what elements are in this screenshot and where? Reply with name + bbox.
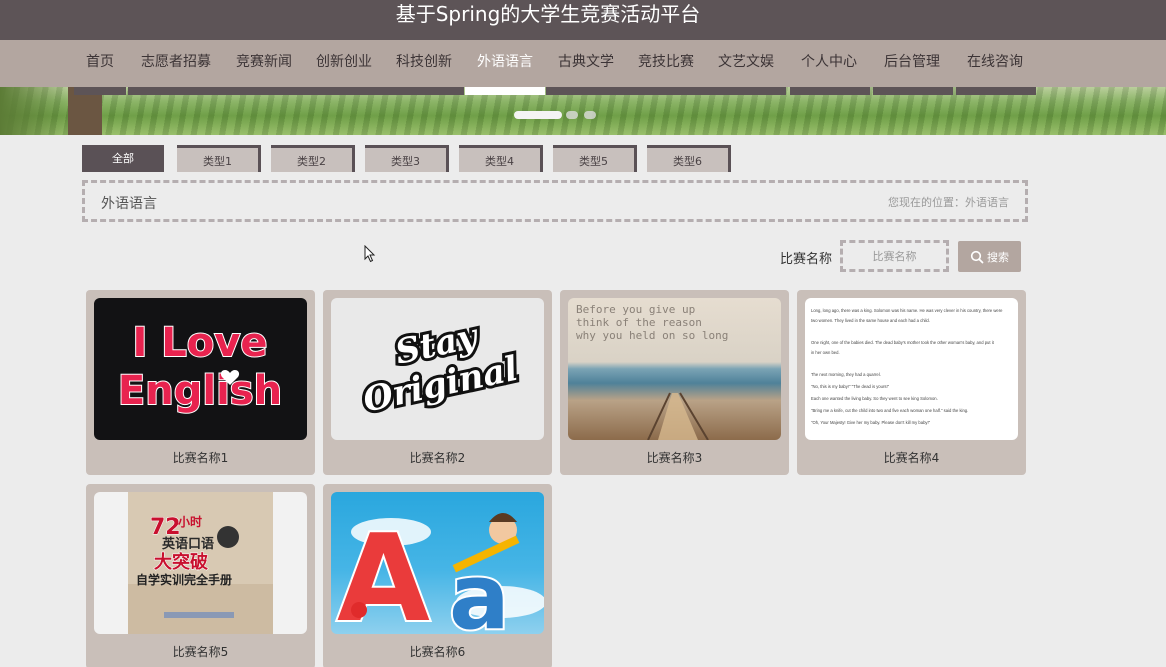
search-input[interactable]: [840, 240, 949, 272]
image-text-line: English: [118, 368, 282, 414]
image-text-line: I Love: [133, 320, 268, 366]
title-bar: 基于Spring的大学生竞赛活动平台: [0, 0, 1166, 40]
site-title: 基于Spring的大学生竞赛活动平台: [395, 2, 701, 26]
nav-underline-active: [465, 87, 545, 95]
image-text-line: Each one wanted the living baby. So they…: [811, 396, 938, 401]
apple-icon: [351, 602, 367, 618]
image-text-line: "Bring me a knife, cut the child into tw…: [811, 408, 968, 413]
nav-item-news[interactable]: 竞赛新闻: [235, 51, 293, 73]
nav-underline: [956, 87, 1036, 95]
nav-item-profile[interactable]: 个人中心: [800, 51, 858, 73]
nav-underline: [873, 87, 953, 95]
nav-item-arts[interactable]: 文艺文娱: [717, 51, 775, 73]
nav-item-admin[interactable]: 后台管理: [883, 51, 941, 73]
competition-card-5[interactable]: 72 小时 英语口语 大突破 自学实训完全手册 比赛名称5: [86, 484, 315, 667]
card-image: I Love English: [94, 298, 307, 440]
card-image: 72 小时 英语口语 大突破 自学实训完全手册: [94, 492, 307, 634]
nav-item-home[interactable]: 首页: [85, 51, 115, 73]
competition-card-6[interactable]: A a 比赛名称6: [323, 484, 552, 667]
category-tab-all[interactable]: 全部: [82, 145, 164, 172]
nav-item-classical-literature[interactable]: 古典文学: [557, 51, 615, 73]
category-tab-type2[interactable]: 类型2: [271, 145, 355, 172]
category-tab-type6[interactable]: 类型6: [647, 145, 731, 172]
nav-item-consult[interactable]: 在线咨询: [966, 51, 1024, 73]
competition-card-4[interactable]: Long, long ago, there was a king. Solomo…: [797, 290, 1026, 475]
nav-underline: [546, 87, 786, 95]
search-button[interactable]: 搜索: [958, 241, 1021, 272]
image-text-line: think of the reason: [576, 316, 702, 329]
card-image: Before you give up think of the reason w…: [568, 298, 781, 440]
category-tab-type1[interactable]: 类型1: [177, 145, 261, 172]
mouse-cursor-icon: [364, 245, 376, 263]
card-image: Long, long ago, there was a king. Solomo…: [805, 298, 1018, 440]
image-text-line: "Oh, Your Majesty! Give her my baby. Ple…: [811, 420, 931, 425]
nav-item-volunteer[interactable]: 志愿者招募: [140, 51, 212, 73]
image-text-line: Long, long ago, there was a king. Solomo…: [811, 308, 1003, 313]
image-text-line: 自学实训完全手册: [136, 572, 232, 587]
nav-underline: [74, 87, 126, 95]
image-text-line: Before you give up: [576, 303, 695, 316]
nav-item-competition[interactable]: 竞技比赛: [637, 51, 695, 73]
image-text-line: 英语口语: [161, 536, 214, 552]
breadcrumb: 外语语言 您现在的位置：外语语言: [82, 180, 1028, 222]
nav-underline: [128, 87, 464, 95]
nav-item-foreign-language[interactable]: 外语语言: [476, 51, 534, 73]
section-title: 外语语言: [101, 196, 157, 212]
main-nav: 首页 志愿者招募 竞赛新闻 创新创业 科技创新 外语语言 古典文学 竞技比赛 文…: [0, 40, 1166, 87]
camera-icon: [217, 526, 239, 548]
carousel-dot-3[interactable]: [584, 111, 596, 119]
card-title: 比赛名称2: [409, 451, 466, 465]
search-icon: [970, 250, 984, 263]
nav-item-innovation[interactable]: 创新创业: [315, 51, 373, 73]
card-title: 比赛名称3: [646, 451, 703, 465]
image-text-line: The next morning, they had a quarrel.: [811, 372, 881, 377]
category-tab-type4[interactable]: 类型4: [459, 145, 543, 172]
search-label: 比赛名称: [780, 252, 833, 267]
image-text-line: One night, one of the babies died. The d…: [811, 340, 995, 345]
card-title: 比赛名称6: [409, 645, 466, 659]
search-button-label: 搜索: [987, 251, 1009, 264]
card-title: 比赛名称4: [883, 451, 940, 465]
category-tab-type3[interactable]: 类型3: [365, 145, 449, 172]
card-title: 比赛名称1: [172, 451, 229, 465]
image-text-line: two women. They lived in the same house …: [811, 318, 930, 323]
image-text-line: "No, this is my baby!" "The dead is your…: [811, 384, 890, 389]
nav-item-technology[interactable]: 科技创新: [395, 51, 453, 73]
image-text-line: in her own bed.: [811, 350, 840, 355]
competition-card-2[interactable]: Stay Original 比赛名称2: [323, 290, 552, 475]
current-location: 您现在的位置：外语语言: [888, 196, 1009, 209]
competition-card-1[interactable]: I Love English 比赛名称1: [86, 290, 315, 475]
image-text-line: 大突破: [154, 551, 208, 573]
image-text-line: why you held on so long: [576, 329, 728, 342]
card-title: 比赛名称5: [172, 645, 229, 659]
carousel-dot-1[interactable]: [514, 111, 562, 119]
category-tab-type5[interactable]: 类型5: [553, 145, 637, 172]
competition-card-3[interactable]: Before you give up think of the reason w…: [560, 290, 789, 475]
card-image: A a: [331, 492, 544, 634]
image-text-line: A: [337, 510, 430, 634]
carousel-dot-2[interactable]: [566, 111, 578, 119]
nav-underline: [790, 87, 870, 95]
card-image: Stay Original: [331, 298, 544, 440]
image-text-line: 小时: [178, 514, 202, 529]
